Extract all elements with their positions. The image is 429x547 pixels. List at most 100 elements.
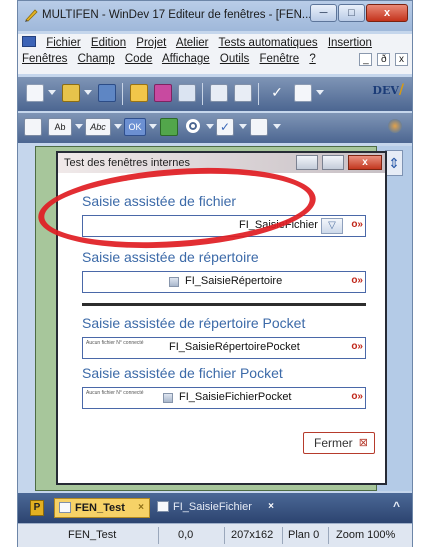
windev-window: MULTIFEN - WinDev 17 Editeur de fenêtres…	[17, 0, 413, 547]
project-lock-icon[interactable]: P	[30, 500, 44, 516]
layout-icon[interactable]	[178, 84, 196, 102]
menu-row-2: Fenêtres Champ Code Affichage Outils Fen…	[22, 53, 323, 65]
chevron-down-icon[interactable]	[239, 124, 247, 129]
chevron-down-icon[interactable]	[149, 124, 157, 129]
menu-atelier[interactable]: Atelier	[176, 37, 209, 49]
mdi-restore-button[interactable]: ð	[377, 53, 391, 66]
status-separator	[282, 527, 283, 544]
tab-label: FI_SaisieFichier	[173, 501, 252, 513]
fen-maximize-button[interactable]	[321, 155, 344, 170]
fermer-label: Fermer	[314, 436, 353, 450]
menu-help[interactable]: ?	[309, 53, 315, 65]
check-icon[interactable]: ✓	[268, 84, 286, 102]
chevron-up-icon[interactable]: ^	[393, 499, 400, 513]
menu-tests-automatiques[interactable]: Tests automatiques	[219, 37, 318, 49]
palette-icon[interactable]	[388, 119, 402, 133]
mdi-minimize-button[interactable]: _	[359, 53, 373, 66]
toolbar-separator	[202, 83, 203, 105]
print-preview-icon[interactable]	[210, 84, 228, 102]
status-bar: FEN_Test 0,0 207x162 Plan 0 Zoom 100%	[18, 523, 412, 547]
field-label: FI_SaisieRépertoire	[185, 275, 283, 287]
print-icon[interactable]	[234, 84, 252, 102]
section-label-repertoire-pocket: Saisie assistée de répertoire Pocket	[82, 315, 306, 331]
section-label-repertoire: Saisie assistée de répertoire	[82, 249, 259, 265]
fen-close-button[interactable]: x	[348, 155, 382, 170]
document-icon	[22, 36, 36, 47]
status-window-name: FEN_Test	[68, 529, 117, 541]
chevron-down-icon[interactable]	[84, 90, 92, 95]
fi-saisie-fichier-pocket-field[interactable]: Aucun fichier N° connecté FI_SaisieFichi…	[82, 387, 366, 409]
draw-icon[interactable]	[154, 84, 172, 102]
fi-saisie-repertoire-field[interactable]: FI_SaisieRépertoire o»	[82, 271, 366, 293]
menu-affichage[interactable]: Affichage	[162, 53, 210, 65]
menu-edition[interactable]: Edition	[91, 37, 126, 49]
status-zoom[interactable]: Zoom 100%	[336, 529, 395, 541]
link-arrow-icon: o»	[351, 341, 363, 352]
list-icon[interactable]	[250, 118, 268, 136]
mdi-close-button[interactable]: x	[395, 53, 408, 66]
document-tab-bar: P FEN_Test × FI_SaisieFichier × ^	[18, 493, 412, 523]
menu-champ[interactable]: Champ	[78, 53, 115, 65]
chevron-down-icon[interactable]	[273, 124, 281, 129]
menu-fenetre[interactable]: Fenêtre	[260, 53, 300, 65]
chevron-down-icon[interactable]	[316, 90, 324, 95]
fi-saisie-repertoire-pocket-field[interactable]: Aucun fichier N° connecté FI_SaisieRéper…	[82, 337, 366, 359]
close-button[interactable]: x	[366, 4, 408, 22]
edit-field-button[interactable]: Ab	[48, 118, 72, 136]
tab-close-icon[interactable]: ×	[268, 498, 274, 516]
chevron-down-icon[interactable]	[114, 124, 122, 129]
eye-icon[interactable]	[24, 118, 42, 136]
mdi-controls: _ ð x	[357, 53, 408, 66]
menu-row-1: Fichier Edition Projet Atelier Tests aut…	[22, 36, 379, 49]
link-arrow-icon: o»	[351, 219, 363, 230]
status-separator	[158, 527, 159, 544]
tab-fen-test[interactable]: FEN_Test ×	[54, 498, 150, 518]
windev-app-icon	[25, 9, 38, 22]
fen-window-controls: x	[295, 155, 382, 175]
window-title: MULTIFEN - WinDev 17 Editeur de fenêtres…	[42, 9, 312, 21]
menu-code[interactable]: Code	[125, 53, 153, 65]
checkbox-icon[interactable]: ✓	[216, 118, 234, 136]
section-label-fichier-pocket: Saisie assistée de fichier Pocket	[82, 365, 283, 381]
menu-insertion[interactable]: Insertion	[328, 37, 372, 49]
button-control-button[interactable]: OK	[124, 118, 146, 136]
chevron-down-icon[interactable]	[75, 124, 83, 129]
status-separator	[224, 527, 225, 544]
link-arrow-icon: o»	[351, 275, 363, 286]
title-bar: MULTIFEN - WinDev 17 Editeur de fenêtres…	[18, 1, 412, 31]
tab-fi-saisie-fichier[interactable]: FI_SaisieFichier ×	[153, 498, 279, 518]
fen-title: Test des fenêtres internes	[64, 157, 190, 169]
wizard-icon[interactable]	[130, 84, 148, 102]
field-hint: Aucun fichier N° connecté	[86, 390, 144, 396]
image-icon[interactable]	[160, 118, 178, 136]
minimize-button[interactable]: ─	[310, 4, 337, 22]
windev-logo: DEV/	[372, 82, 404, 98]
chevron-down-icon[interactable]	[48, 90, 56, 95]
open-folder-icon[interactable]	[62, 84, 80, 102]
menu-bar: Fichier Edition Projet Atelier Tests aut…	[18, 34, 412, 74]
combo-dropdown-button[interactable]: ▽	[321, 218, 343, 234]
menu-outils[interactable]: Outils	[220, 53, 249, 65]
menu-fenetres[interactable]: Fenêtres	[22, 53, 67, 65]
maximize-button[interactable]: □	[338, 4, 365, 22]
menu-fichier[interactable]: Fichier	[46, 37, 81, 49]
fen-minimize-button[interactable]	[295, 155, 318, 170]
static-text-button[interactable]: Abc	[85, 118, 111, 136]
tab-close-icon[interactable]: ×	[138, 499, 144, 517]
radio-icon[interactable]	[186, 119, 200, 133]
page-icon[interactable]	[294, 84, 312, 102]
status-size: 207x162	[231, 529, 274, 541]
window-icon	[59, 502, 71, 513]
chevron-down-icon[interactable]	[206, 124, 214, 129]
status-coords: 0,0	[178, 529, 194, 541]
save-icon[interactable]	[98, 84, 116, 102]
folder-icon	[169, 277, 179, 287]
menu-projet[interactable]: Projet	[136, 37, 166, 49]
fermer-button[interactable]: Fermer ⊠	[303, 432, 375, 454]
file-icon	[163, 393, 173, 403]
status-plan: Plan 0	[288, 529, 320, 541]
new-document-icon[interactable]	[26, 84, 44, 102]
swap-arrow-icon[interactable]: ⇕	[385, 150, 403, 176]
status-separator	[328, 527, 329, 544]
close-box-icon: ⊠	[358, 437, 368, 449]
